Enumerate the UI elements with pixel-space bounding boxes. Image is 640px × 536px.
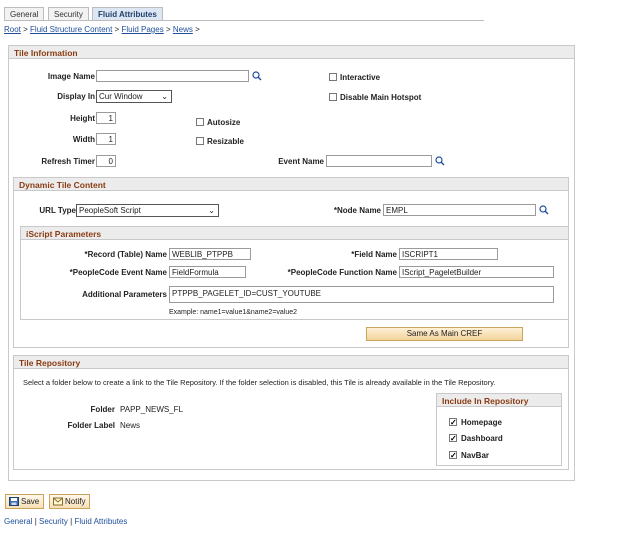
breadcrumb: Root > Fluid Structure Content > Fluid P… bbox=[4, 25, 200, 34]
same-as-main-cref-button[interactable]: Same As Main CREF bbox=[366, 327, 523, 341]
peoplecode-function-label: *PeopleCode Function Name bbox=[287, 268, 397, 277]
additional-parameters-label: Additional Parameters bbox=[82, 290, 167, 299]
tile-repository-title: Tile Repository bbox=[14, 356, 568, 369]
interactive-checkbox[interactable] bbox=[329, 73, 337, 81]
interactive-label: Interactive bbox=[340, 73, 381, 82]
breadcrumb-sep: > bbox=[114, 25, 120, 34]
save-button-label: Save bbox=[21, 497, 40, 506]
folder-label-label: Folder Label bbox=[67, 421, 115, 430]
breadcrumb-fluid-pages[interactable]: Fluid Pages bbox=[121, 25, 163, 34]
url-type-value: PeopleSoft Script bbox=[79, 206, 141, 215]
tile-information-title: Tile Information bbox=[9, 46, 574, 59]
dashboard-label: Dashboard bbox=[461, 434, 503, 443]
refresh-timer-input[interactable]: 0 bbox=[96, 155, 116, 167]
breadcrumb-news[interactable]: News bbox=[173, 25, 193, 34]
breadcrumb-sep: > bbox=[165, 25, 171, 34]
footer-link-general[interactable]: General bbox=[4, 517, 32, 526]
folder-value: PAPP_NEWS_FL bbox=[120, 405, 183, 414]
notify-icon bbox=[53, 497, 63, 506]
tab-security[interactable]: Security bbox=[48, 7, 89, 21]
breadcrumb-sep: > bbox=[195, 25, 200, 34]
display-in-value: Cur Window bbox=[99, 92, 143, 101]
folder-label-value: News bbox=[120, 421, 141, 430]
breadcrumb-sep: > bbox=[23, 25, 28, 34]
record-name-label: *Record (Table) Name bbox=[84, 250, 167, 259]
peoplecode-event-input[interactable]: FieldFormula bbox=[169, 266, 246, 278]
chevron-down-icon: ⌄ bbox=[208, 206, 215, 215]
image-name-label: Image Name bbox=[47, 72, 95, 81]
field-name-input[interactable]: ISCRIPT1 bbox=[399, 248, 498, 260]
resizable-checkbox[interactable] bbox=[196, 137, 204, 145]
display-in-label: Display In bbox=[57, 92, 95, 101]
repository-instruction: Select a folder below to create a link t… bbox=[23, 378, 496, 387]
folder-label: Folder bbox=[90, 405, 115, 414]
node-name-label: *Node Name bbox=[333, 206, 381, 215]
footer-separator: | bbox=[70, 517, 73, 526]
floppy-disk-icon bbox=[9, 497, 19, 506]
notify-button[interactable]: Notify bbox=[49, 494, 91, 509]
url-type-label: URL Type bbox=[39, 206, 76, 215]
tab-divider bbox=[4, 20, 484, 21]
width-label: Width bbox=[72, 135, 95, 144]
autosize-label: Autosize bbox=[207, 118, 241, 127]
dashboard-checkbox[interactable]: ✓ bbox=[449, 434, 457, 443]
field-name-label: *Field Name bbox=[351, 250, 397, 259]
url-type-select[interactable]: PeopleSoft Script ⌄ bbox=[76, 204, 219, 217]
autosize-checkbox[interactable] bbox=[196, 118, 204, 126]
image-name-input[interactable] bbox=[96, 70, 249, 82]
tab-general[interactable]: General bbox=[4, 7, 45, 21]
peoplecode-function-input[interactable]: IScript_PageletBuilder bbox=[399, 266, 554, 278]
navbar-checkbox[interactable]: ✓ bbox=[449, 451, 457, 460]
notify-button-label: Notify bbox=[65, 497, 86, 506]
breadcrumb-fluid-structure[interactable]: Fluid Structure Content bbox=[30, 25, 112, 34]
event-name-input[interactable] bbox=[326, 155, 432, 167]
width-input[interactable]: 1 bbox=[96, 133, 116, 145]
homepage-label: Homepage bbox=[461, 418, 502, 427]
example-hint: Example: name1=value1&name2=value2 bbox=[169, 309, 298, 316]
peoplecode-event-label: *PeopleCode Event Name bbox=[69, 268, 167, 277]
homepage-checkbox[interactable]: ✓ bbox=[449, 418, 457, 427]
disable-hotspot-label: Disable Main Hotspot bbox=[340, 93, 422, 102]
footer-link-security[interactable]: Security bbox=[39, 517, 68, 526]
display-in-select[interactable]: Cur Window ⌄ bbox=[96, 90, 172, 103]
iscript-parameters-title: iScript Parameters bbox=[21, 227, 568, 240]
chevron-down-icon: ⌄ bbox=[161, 92, 168, 101]
height-label: Height bbox=[70, 114, 95, 123]
footer-link-fluid-attributes[interactable]: Fluid Attributes bbox=[74, 517, 127, 526]
event-name-search-icon[interactable] bbox=[435, 156, 445, 166]
node-name-search-icon[interactable] bbox=[539, 205, 549, 215]
include-in-repository-title: Include In Repository bbox=[437, 394, 561, 407]
event-name-label: Event Name bbox=[278, 157, 324, 166]
breadcrumb-root[interactable]: Root bbox=[4, 25, 21, 34]
image-name-search-icon[interactable] bbox=[252, 71, 262, 81]
navbar-label: NavBar bbox=[461, 451, 490, 460]
resizable-label: Resizable bbox=[207, 137, 244, 146]
save-button[interactable]: Save bbox=[5, 494, 45, 509]
record-name-input[interactable]: WEBLIB_PTPPB bbox=[169, 248, 251, 260]
refresh-timer-label: Refresh Timer bbox=[41, 157, 95, 166]
tab-fluid-attributes[interactable]: Fluid Attributes bbox=[92, 7, 163, 21]
disable-hotspot-checkbox[interactable] bbox=[329, 93, 337, 101]
dynamic-tile-content-title: Dynamic Tile Content bbox=[14, 178, 568, 191]
additional-parameters-input[interactable]: PTPPB_PAGELET_ID=CUST_YOUTUBE bbox=[169, 286, 554, 303]
footer-links: General | Security | Fluid Attributes bbox=[4, 517, 127, 526]
node-name-input[interactable]: EMPL bbox=[383, 204, 536, 216]
footer-separator: | bbox=[34, 517, 37, 526]
height-input[interactable]: 1 bbox=[96, 112, 116, 124]
